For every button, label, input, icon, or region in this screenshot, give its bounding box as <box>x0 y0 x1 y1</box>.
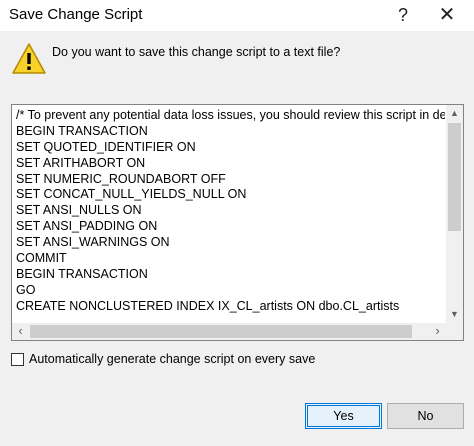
scroll-down-icon[interactable]: ▼ <box>446 306 463 323</box>
title-bar: Save Change Script ? ✕ <box>0 0 474 31</box>
scroll-right-icon[interactable]: › <box>429 323 446 340</box>
horizontal-scrollbar[interactable]: ‹ › <box>12 323 446 340</box>
script-line: SET NUMERIC_ROUNDABORT OFF <box>16 171 226 186</box>
script-line: SET ARITHABORT ON <box>16 155 146 170</box>
script-textbox[interactable]: /* To prevent any potential data loss is… <box>11 104 464 341</box>
script-line: SET ANSI_PADDING ON <box>16 219 158 234</box>
script-line: BEGIN TRANSACTION <box>16 266 148 281</box>
vertical-scrollbar[interactable]: ▲ ▼ <box>446 105 463 323</box>
auto-generate-label[interactable]: Automatically generate change script on … <box>29 352 315 366</box>
help-button[interactable]: ? <box>390 2 416 28</box>
script-line: SET CONCAT_NULL_YIELDS_NULL ON <box>16 187 247 202</box>
script-line: SET ANSI_WARNINGS ON <box>16 235 170 250</box>
horizontal-scroll-thumb[interactable] <box>30 325 412 338</box>
auto-generate-checkbox[interactable] <box>11 353 24 366</box>
window-title: Save Change Script <box>9 6 143 23</box>
yes-button[interactable]: Yes <box>305 403 382 429</box>
scroll-left-icon[interactable]: ‹ <box>12 323 29 340</box>
script-line: /* To prevent any potential data loss is… <box>16 108 445 122</box>
warning-icon <box>12 43 46 74</box>
script-line: BEGIN TRANSACTION <box>16 123 148 138</box>
no-button[interactable]: No <box>387 403 464 429</box>
script-line: SET ANSI_NULLS ON <box>16 203 142 218</box>
scrollbar-corner <box>446 323 463 340</box>
script-line: CREATE NONCLUSTERED INDEX IX_CL_artists … <box>16 298 400 313</box>
script-line: GO <box>16 282 36 297</box>
close-button[interactable]: ✕ <box>434 2 460 28</box>
script-line: COMMIT <box>16 251 67 266</box>
question-text: Do you want to save this change script t… <box>52 45 341 59</box>
scroll-up-icon[interactable]: ▲ <box>446 105 463 122</box>
script-line: SET QUOTED_IDENTIFIER ON <box>16 139 196 154</box>
script-lines: /* To prevent any potential data loss is… <box>16 108 445 322</box>
vertical-scroll-thumb[interactable] <box>448 123 461 231</box>
